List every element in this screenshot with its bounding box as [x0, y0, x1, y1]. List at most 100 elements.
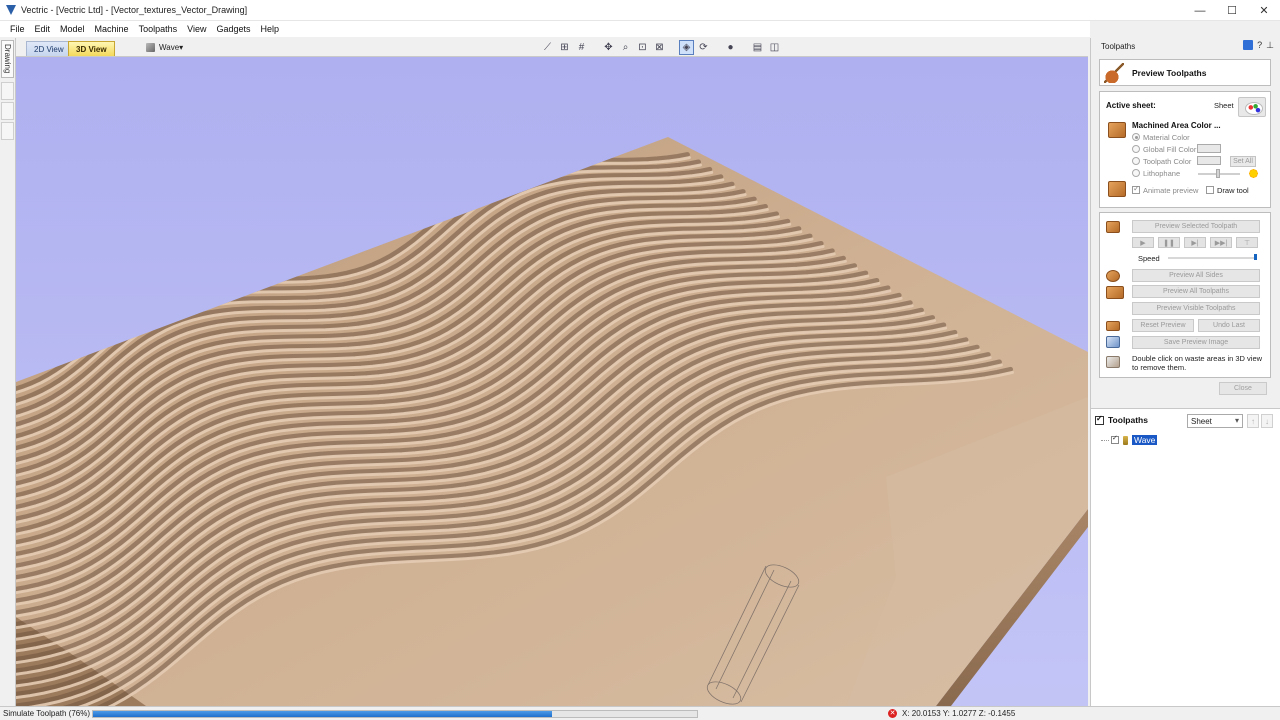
grid-icon[interactable]: # [574, 40, 589, 55]
panel-layout-icon[interactable] [1243, 40, 1254, 50]
material-color-radio[interactable] [1132, 133, 1140, 141]
zoom-icon[interactable]: ⌕ [618, 40, 633, 55]
active-sheet-label: Active sheet: [1106, 101, 1156, 110]
lithophane-radio[interactable] [1132, 169, 1140, 177]
animate-preview-label: Animate preview [1143, 186, 1199, 195]
view-iso-icon[interactable]: ◈ [679, 40, 694, 55]
pin-icon[interactable]: ⊥ [1266, 40, 1274, 51]
speed-slider-thumb[interactable] [1254, 254, 1257, 260]
preview-selected-button[interactable]: Preview Selected Toolpath [1132, 220, 1260, 233]
menu-gadgets[interactable]: Gadgets [211, 24, 255, 34]
menu-file[interactable]: File [0, 24, 30, 34]
toolpaths-all-checkbox[interactable] [1095, 414, 1104, 425]
chevron-down-icon: ▾ [179, 43, 184, 52]
animate-preview-checkbox[interactable] [1132, 184, 1140, 194]
reset-tool-button[interactable]: ⊤ [1236, 237, 1258, 248]
brush-icon [1104, 62, 1124, 83]
toolpath-order-buttons: ↑ ↓ [1247, 414, 1273, 428]
palette-icon[interactable] [1238, 97, 1266, 117]
split-view-icon[interactable]: ◫ [767, 40, 782, 55]
menu-help[interactable]: Help [256, 24, 285, 34]
menu-edit[interactable]: Edit [30, 24, 56, 34]
active-sheet-value: Sheet [1214, 101, 1234, 110]
draw-tool-checkbox[interactable] [1206, 186, 1214, 194]
window-controls: — ☐ ✕ [1184, 0, 1280, 21]
toolpath-item[interactable]: Wave [1101, 434, 1158, 445]
status-bar: Simulate Toolpath (76%) ✕ X: 20.0153 Y: … [0, 706, 1280, 720]
toolpath-color-swatch[interactable] [1197, 156, 1221, 165]
help-icon[interactable]: ? [1257, 40, 1262, 51]
close-panel-button[interactable]: Close [1219, 382, 1267, 395]
view-tool-icons: ⟋ ⊞ # ✥ ⌕ ⊡ ⊠ ◈ ⟳ ● ▤ ◫ [540, 40, 782, 55]
save-preview-image-button[interactable]: Save Preview Image [1132, 336, 1260, 349]
simulation-progress-bar [92, 710, 698, 718]
close-window-button[interactable]: ✕ [1248, 0, 1280, 21]
left-strip-slot[interactable] [1, 102, 14, 120]
reset-preview-button[interactable]: Reset Preview [1132, 319, 1194, 332]
preview-all-sides-button[interactable]: Preview All Sides [1132, 269, 1260, 282]
zoom-fit-icon[interactable]: ⊠ [652, 40, 667, 55]
vectric-logo-icon [6, 5, 16, 15]
snap-icon[interactable]: ⟋ [540, 40, 555, 55]
material-color-label: Material Color [1143, 133, 1190, 142]
preview-visible-button[interactable]: Preview Visible Toolpaths [1132, 302, 1260, 315]
cursor-coordinates: X: 20.0153 Y: 1.0277 Z: -0.1455 [902, 709, 1016, 718]
move-up-button[interactable]: ↑ [1247, 414, 1259, 428]
3d-viewport[interactable] [16, 57, 1088, 706]
layout-icon[interactable]: ▤ [750, 40, 765, 55]
model-dropdown-value: Wave [159, 43, 180, 52]
machined-area-label[interactable]: Machined Area Color ... [1132, 121, 1221, 130]
menu-model[interactable]: Model [55, 24, 90, 34]
preview-all-toolpaths-button[interactable]: Preview All Toolpaths [1132, 285, 1260, 298]
render-icon[interactable]: ● [723, 40, 738, 55]
pan-icon[interactable]: ✥ [601, 40, 616, 55]
global-fill-label: Global Fill Color [1143, 145, 1197, 154]
sheet-select[interactable]: Sheet [1187, 414, 1243, 428]
tab-3d-view[interactable]: 3D View [68, 41, 115, 56]
dimension-icon[interactable]: ⊞ [557, 40, 572, 55]
menu-toolpaths[interactable]: Toolpaths [134, 24, 183, 34]
move-down-button[interactable]: ↓ [1261, 414, 1273, 428]
reset-preview-icon [1106, 321, 1120, 331]
menu-view[interactable]: View [182, 24, 211, 34]
menu-machine[interactable]: Machine [90, 24, 134, 34]
minimize-button[interactable]: — [1184, 0, 1216, 21]
step-button[interactable]: ▶| [1184, 237, 1206, 248]
stop-simulation-icon[interactable]: ✕ [888, 709, 897, 718]
cursor-hint-icon [1106, 356, 1120, 368]
animate-wood-icon [1108, 181, 1126, 197]
preview-toolpaths-title: Preview Toolpaths [1132, 67, 1207, 78]
toolpath-item-label[interactable]: Wave [1132, 435, 1158, 445]
drawing-tab[interactable]: Drawing [1, 40, 14, 78]
global-fill-radio[interactable] [1132, 145, 1140, 153]
pause-button[interactable]: ❚❚ [1158, 237, 1180, 248]
lithophane-label: Lithophane [1143, 169, 1181, 178]
all-toolpaths-icon [1106, 286, 1124, 299]
skip-end-button[interactable]: ▶▶| [1210, 237, 1232, 248]
toolpath-color-label: Toolpath Color [1143, 157, 1192, 166]
toolpath-color-radio[interactable] [1132, 157, 1140, 165]
view-rotate-icon[interactable]: ⟳ [696, 40, 711, 55]
preview-controls-box: Preview Selected Toolpath ▶ ❚❚ ▶| ▶▶| ⊤ … [1099, 212, 1271, 378]
model-dropdown[interactable]: Wave ▾ [146, 41, 183, 54]
global-fill-swatch[interactable] [1197, 144, 1221, 153]
toolpath-item-checkbox[interactable] [1111, 434, 1119, 444]
left-strip-slot[interactable] [1, 82, 14, 100]
play-button[interactable]: ▶ [1132, 237, 1154, 248]
material-wood-icon [1108, 122, 1126, 138]
zoom-box-icon[interactable]: ⊡ [635, 40, 650, 55]
router-bit-icon [1123, 435, 1128, 445]
maximize-button[interactable]: ☐ [1216, 0, 1248, 21]
save-image-icon [1106, 336, 1120, 348]
draw-tool-label: Draw tool [1217, 186, 1249, 195]
undo-last-button[interactable]: Undo Last [1198, 319, 1260, 332]
speed-slider[interactable] [1168, 257, 1256, 259]
set-all-button[interactable]: Set All [1230, 156, 1256, 167]
tab-2d-view[interactable]: 2D View [26, 41, 72, 56]
title-bar: Vectric - [Vectric Ltd] - [Vector_textur… [0, 0, 1280, 21]
speed-label: Speed [1138, 254, 1160, 263]
right-panel: Toolpaths ? ⊥ Preview Toolpaths Active s… [1090, 38, 1280, 706]
lithophane-slider-thumb[interactable] [1216, 169, 1220, 178]
toolpaths-list-title: Toolpaths [1108, 415, 1148, 425]
left-strip-slot[interactable] [1, 122, 14, 140]
